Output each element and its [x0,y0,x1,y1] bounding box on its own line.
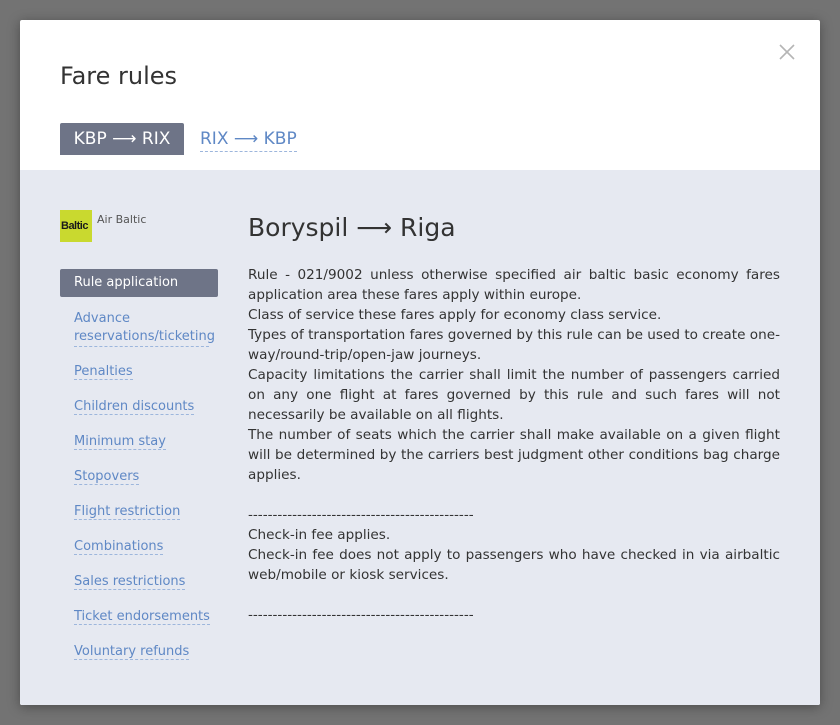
rule-blank-line [248,485,780,505]
rule-paragraph: Check-in fee does not apply to passenger… [248,547,780,583]
fare-rules-content: Baltic Air Baltic Rule application Advan… [20,170,820,705]
rule-item-label: Ticket endorsements [74,609,210,625]
rule-item-label: Combinations [74,539,164,555]
rule-item-minimum-stay[interactable]: Minimum stay [74,433,166,451]
rule-item-advance-reservations[interactable]: Advance reservations/ticketing [74,310,215,347]
rule-item-label: Advance reservations/ticketing [74,310,215,347]
tab-kbp-rix[interactable]: KBP ⟶ RIX [60,123,184,155]
rule-divider: ----------------------------------------… [248,607,474,623]
rule-item-voluntary-refunds[interactable]: Voluntary refunds [74,643,190,661]
rule-item-stopovers[interactable]: Stopovers [74,468,140,486]
rule-item-combinations[interactable]: Combinations [74,538,164,556]
rule-item-rule-application[interactable]: Rule application [60,269,218,297]
rule-item-label: Penalties [74,364,133,380]
rule-divider: ----------------------------------------… [248,507,474,523]
airline-logo-text: Baltic [61,220,88,232]
close-icon[interactable] [777,42,797,62]
rule-menu: Rule application Advance reservations/ti… [60,269,218,660]
rule-item-label: Voluntary refunds [74,644,190,660]
rule-text: Rule - 021/9002 unless otherwise specifi… [248,265,780,625]
rule-item-label: Sales restrictions [74,574,186,590]
fare-rules-modal: Fare rules KBP ⟶ RIX RIX ⟶ KBP Baltic Ai… [20,20,820,705]
rule-item-penalties[interactable]: Penalties [74,363,133,381]
airline-name: Air Baltic [97,213,147,226]
modal-title: Fare rules [60,62,178,90]
rule-item-label: Flight restriction [74,504,181,520]
rule-item-label: Children discounts [74,399,195,415]
rule-paragraph: Types of transportation fares governed b… [248,327,780,363]
rule-paragraph: Class of service these fares apply for e… [248,307,662,323]
rule-item-ticket-endorsements[interactable]: Ticket endorsements [74,608,210,626]
rule-blank-line [248,585,780,605]
tab-rix-kbp[interactable]: RIX ⟶ KBP [200,128,297,152]
rule-paragraph: The number of seats which the carrier sh… [248,427,780,483]
route-title: Boryspil ⟶ Riga [248,213,456,242]
rule-paragraph: Check-in fee applies. [248,527,391,543]
rule-item-label: Minimum stay [74,434,166,450]
rule-item-flight-restriction[interactable]: Flight restriction [74,503,181,521]
rule-item-label: Stopovers [74,469,140,485]
rule-paragraph: Capacity limitations the carrier shall l… [248,367,780,423]
rule-paragraph: Rule - 021/9002 unless otherwise specifi… [248,267,780,303]
rule-item-sales-restrictions[interactable]: Sales restrictions [74,573,186,591]
rule-item-children-discounts[interactable]: Children discounts [74,398,195,416]
airline-logo: Baltic [60,210,92,242]
